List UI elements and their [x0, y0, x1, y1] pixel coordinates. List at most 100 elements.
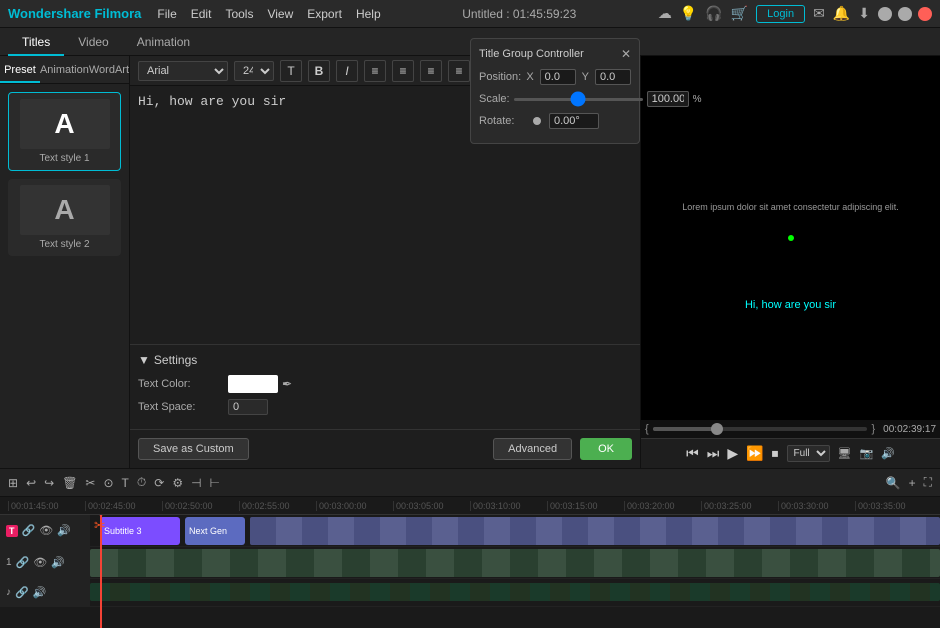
menu-view[interactable]: View [267, 7, 293, 21]
progress-bar[interactable] [653, 427, 868, 431]
menu-file[interactable]: File [157, 7, 176, 21]
settings-header[interactable]: ▼ Settings [138, 353, 632, 367]
menu-tools[interactable]: Tools [225, 7, 253, 21]
size-select[interactable]: 24 [234, 61, 274, 81]
menu-help[interactable]: Help [356, 7, 381, 21]
subtab-wordart[interactable]: WordArt [89, 56, 129, 83]
download-icon[interactable]: ⬇ [858, 5, 870, 22]
font-select[interactable]: Arial [138, 61, 228, 81]
align-justify-button[interactable]: ≡ [448, 60, 470, 82]
text-space-label: Text Space: [138, 401, 228, 413]
text-color-picker[interactable] [228, 375, 278, 393]
split-icon[interactable]: ⊣ [191, 476, 201, 490]
align-right-button[interactable]: ≡ [420, 60, 442, 82]
adjust-icon[interactable]: ⚙ [172, 476, 183, 490]
close-button[interactable] [918, 7, 932, 21]
ruler-1: 00:02:45:00 [85, 501, 162, 511]
bulb-icon[interactable]: 💡 [680, 5, 697, 22]
eyedropper-icon[interactable]: ✒ [282, 377, 292, 391]
position-y-input[interactable] [595, 69, 631, 85]
fullscreen-icon[interactable]: ⛶ [924, 475, 932, 490]
video-strip-title [250, 517, 940, 545]
headset-icon[interactable]: 🎧 [705, 5, 722, 22]
clip-subtitle3[interactable]: Subtitle 3 [100, 517, 180, 545]
rewind-button[interactable]: ⏮ [686, 445, 699, 462]
menu-edit[interactable]: Edit [191, 7, 212, 21]
zoom-out-icon[interactable]: 🔍 [886, 476, 901, 490]
tab-animation[interactable]: Animation [123, 28, 204, 56]
right-panel: Lorem ipsum dolor sit amet consectetur a… [640, 56, 940, 468]
position-x-input[interactable] [540, 69, 576, 85]
notification-icon[interactable]: 🔔 [833, 5, 850, 22]
video-visibility-icon[interactable]: 👁 [33, 556, 47, 569]
save-custom-button[interactable]: Save as Custom [138, 438, 249, 460]
track-lock-icon[interactable]: 🔗 [22, 524, 36, 537]
text-icon[interactable]: T [122, 476, 129, 490]
rotate-value-input[interactable] [549, 113, 599, 129]
progress-thumb[interactable] [711, 423, 723, 435]
progress-bar-area[interactable]: { } 00:02:39:17 [641, 420, 940, 438]
mail-icon[interactable]: ✉ [813, 5, 825, 22]
style-item-2[interactable]: A Text style 2 [8, 179, 121, 256]
track-mute-icon[interactable]: 🔊 [57, 524, 71, 537]
align-left-button[interactable]: ≡ [364, 60, 386, 82]
video-lock-icon[interactable]: 🔗 [16, 556, 30, 569]
popup-close-button[interactable]: ✕ [621, 47, 631, 61]
video-mute-icon[interactable]: 🔊 [51, 556, 65, 569]
ruler-2: 00:02:50:00 [162, 501, 239, 511]
style-letter-2: A [54, 194, 74, 226]
format-icon[interactable]: T [280, 60, 302, 82]
reverse-icon[interactable]: ⟳ [154, 476, 164, 490]
style-item-1[interactable]: A Text style 1 [8, 92, 121, 171]
speaker-icon[interactable]: 🔊 [881, 447, 895, 460]
align-center-button[interactable]: ≡ [392, 60, 414, 82]
text-space-input[interactable] [228, 399, 268, 415]
playhead[interactable] [100, 515, 102, 628]
quality-select[interactable]: Full [787, 445, 830, 462]
undo-icon[interactable]: ↩ [26, 476, 36, 490]
menu-export[interactable]: Export [307, 7, 342, 21]
timeline: ⊞ ↩ ↪ 🗑 ✂ ⊙ T ⏱ ⟳ ⚙ ⊣ ⊢ 🔍 + ⛶ 00:01:45:0… [0, 468, 940, 628]
tab-video[interactable]: Video [64, 28, 122, 56]
step-fwd-button[interactable]: ⏩ [746, 445, 763, 462]
ok-button[interactable]: OK [580, 438, 632, 460]
scale-label: Scale: [479, 93, 510, 105]
cut-icon[interactable]: ✂ [85, 476, 95, 490]
mask-icon[interactable]: ⊙ [103, 476, 113, 490]
step-back-button[interactable]: ⏭ [707, 445, 720, 462]
snapshot-icon[interactable]: 📷 [860, 447, 874, 460]
bottom-buttons: Save as Custom Advanced OK [130, 429, 640, 468]
scale-percent: % [693, 94, 702, 105]
stop-button[interactable]: ⏹ [772, 445, 779, 462]
clip-nextgen[interactable]: Next Gen [185, 517, 245, 545]
advanced-button[interactable]: Advanced [493, 438, 572, 460]
minimize-button[interactable] [878, 7, 892, 21]
cart-icon[interactable]: 🛒 [731, 5, 748, 22]
progress-fill [653, 427, 717, 431]
tab-titles[interactable]: Titles [8, 28, 64, 56]
track-visibility-icon[interactable]: 👁 [39, 524, 53, 537]
maximize-button[interactable] [898, 7, 912, 21]
video-strip[interactable] [90, 549, 940, 577]
redo-icon[interactable]: ↪ [44, 476, 54, 490]
login-button[interactable]: Login [756, 5, 805, 23]
subtab-preset[interactable]: Preset [0, 56, 40, 83]
audio-strip[interactable] [90, 583, 940, 601]
play-button[interactable]: ▶ [727, 445, 738, 462]
italic-button[interactable]: I [336, 60, 358, 82]
audio-lock-icon[interactable]: 🔗 [15, 586, 29, 599]
extend-icon[interactable]: ⊢ [210, 476, 220, 490]
timeline-tool-icon[interactable]: ⊞ [8, 476, 18, 490]
subtab-animation[interactable]: Animation [40, 56, 89, 83]
scale-slider[interactable] [514, 98, 643, 101]
bold-button[interactable]: B [308, 60, 330, 82]
zoom-in-icon[interactable]: + [909, 476, 916, 490]
cloud-icon[interactable]: ☁ [658, 5, 672, 22]
style-preview-2: A [20, 185, 110, 235]
time-icon[interactable]: ⏱ [137, 475, 146, 490]
audio-mute-icon[interactable]: 🔊 [33, 586, 47, 599]
delete-icon[interactable]: 🗑 [62, 476, 77, 490]
screen-icon[interactable]: 🖥 [838, 447, 852, 460]
timeline-tracks: T 🔗 👁 🔊 Subtitle 3 Next Gen ✂ 1 🔗 [0, 515, 940, 628]
scale-value-input[interactable] [647, 91, 689, 107]
